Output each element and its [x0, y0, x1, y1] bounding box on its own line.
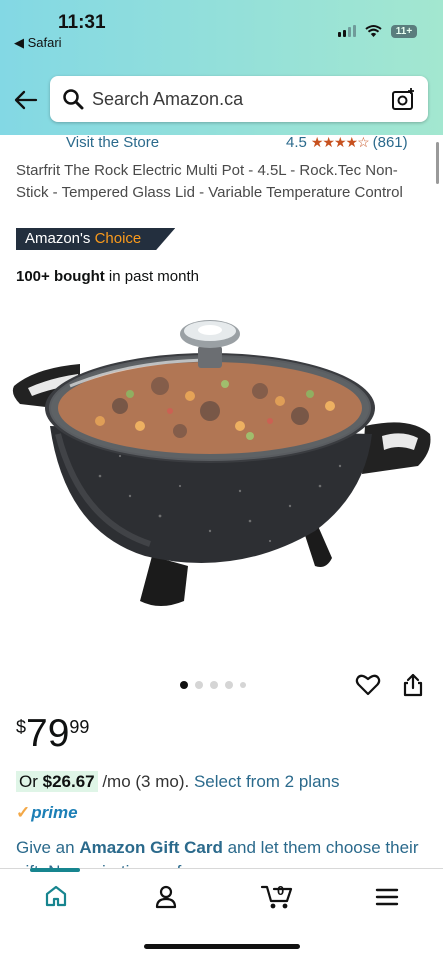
amazons-choice-badge: Amazon's Choice	[16, 228, 176, 250]
search-input[interactable]: Search Amazon.ca	[92, 89, 243, 110]
product-image[interactable]	[10, 316, 433, 616]
share-icon[interactable]	[402, 672, 424, 698]
rating-stars-icon: ★★★★☆	[310, 134, 370, 150]
review-count: (861)	[372, 134, 408, 151]
bought-period: in past month	[104, 268, 199, 285]
store-row: Visit the Store 4.5 ★★★★☆ (861)	[0, 132, 443, 154]
cellular-signal-icon	[338, 25, 356, 37]
prime-badge[interactable]: ✓prime	[16, 803, 78, 823]
select-plans-link[interactable]: Select from 2 plans	[194, 772, 340, 791]
wifi-icon	[365, 25, 382, 37]
financing-offer: Or $26.67 /mo (3 mo). Select from 2 plan…	[16, 771, 340, 792]
account-icon[interactable]	[155, 885, 177, 909]
carousel-indicator[interactable]	[180, 681, 246, 689]
monthly-value: $26.67	[42, 772, 95, 791]
search-icon	[63, 89, 84, 110]
gift-prefix: Give an	[16, 838, 80, 857]
bought-count: 100+ bought	[16, 268, 105, 285]
monthly-term: /mo (3 mo).	[97, 772, 194, 791]
status-time: 11:31	[58, 12, 106, 33]
purchase-count: 100+ bought in past month	[16, 268, 199, 285]
visit-store-link[interactable]: Visit the Store	[66, 134, 159, 151]
scrollbar[interactable]	[436, 142, 439, 184]
price-currency: $	[16, 717, 27, 737]
badge-prefix: Amazon's	[25, 230, 91, 247]
gift-card-link[interactable]: Amazon Gift Card	[79, 838, 223, 857]
product-price: $ 79 99	[16, 712, 89, 756]
menu-icon[interactable]	[375, 887, 399, 907]
home-indicator[interactable]	[144, 944, 300, 949]
price-whole: 79	[26, 712, 70, 755]
back-arrow-icon[interactable]	[12, 86, 40, 114]
carousel-dot[interactable]	[180, 681, 188, 689]
product-title: Starfrit The Rock Electric Multi Pot - 4…	[16, 162, 403, 201]
search-bar[interactable]: Search Amazon.ca	[50, 76, 428, 122]
heart-icon[interactable]	[355, 673, 381, 697]
rating-summary[interactable]: 4.5 ★★★★☆ (861)	[286, 134, 408, 151]
cart-icon[interactable]: 0	[260, 879, 296, 911]
price-fraction: 99	[69, 717, 90, 737]
home-icon[interactable]	[44, 885, 68, 907]
monthly-prefix: Or	[19, 772, 43, 791]
camera-search-icon[interactable]	[390, 86, 416, 112]
carousel-dot[interactable]	[225, 681, 233, 689]
carousel-dot[interactable]	[210, 681, 218, 689]
prime-label: prime	[31, 803, 78, 822]
badge-suffix: Choice	[94, 230, 142, 247]
back-to-safari-link[interactable]: ◀ Safari	[14, 35, 62, 51]
battery-icon: 11+	[391, 24, 417, 38]
active-tab-indicator	[30, 868, 80, 872]
header-bar: 11:31 ◀ Safari 11+ Search Amazon.ca	[0, 0, 443, 135]
rating-value: 4.5	[286, 134, 307, 151]
monthly-amount: Or $26.67	[16, 771, 98, 792]
status-indicators: 11+	[338, 24, 417, 38]
carousel-dot[interactable]	[195, 681, 203, 689]
prime-check-icon: ✓	[16, 803, 31, 822]
cart-count: 0	[277, 883, 284, 898]
carousel-dot[interactable]	[240, 682, 246, 688]
